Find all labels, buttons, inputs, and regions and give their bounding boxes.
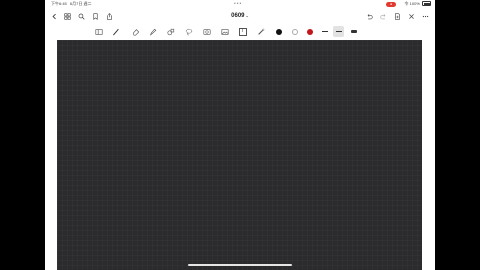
color-swatch-black xyxy=(275,28,282,35)
more-icon[interactable] xyxy=(420,10,430,22)
stroke-thin[interactable] xyxy=(319,26,330,37)
bookmark-icon[interactable] xyxy=(90,10,100,22)
stroke-thin-line xyxy=(321,31,328,32)
chevron-down-icon: ⌄ xyxy=(245,13,249,18)
stroke-medium-line xyxy=(335,30,342,33)
image-icon[interactable] xyxy=(201,26,212,37)
color-swatch-white xyxy=(291,28,298,35)
app-window: 下午6:45 6月7日 週二 ••• ● 令 100% 0609⌄ T xyxy=(45,0,435,270)
status-bar: 下午6:45 6月7日 週二 ••• ● 令 100% xyxy=(45,0,435,8)
redo-icon[interactable] xyxy=(378,10,388,22)
close-icon[interactable] xyxy=(406,10,416,22)
document-title[interactable]: 0609⌄ xyxy=(217,11,263,21)
reader-icon[interactable] xyxy=(93,26,104,37)
home-indicator[interactable] xyxy=(188,264,292,266)
pen-icon[interactable] xyxy=(110,26,121,37)
eraser-icon[interactable] xyxy=(130,26,141,37)
text-icon[interactable]: T xyxy=(237,26,248,37)
search-icon[interactable] xyxy=(76,10,86,22)
color-red[interactable] xyxy=(304,26,315,37)
document-title-text: 0609 xyxy=(231,13,245,19)
color-swatch-red xyxy=(306,28,313,35)
back-icon[interactable] xyxy=(49,10,59,22)
color-black[interactable] xyxy=(273,26,284,37)
battery-percent: 100% xyxy=(409,1,420,6)
navigation-bar: 0609⌄ xyxy=(45,8,435,25)
battery-icon xyxy=(422,1,431,7)
add-page-icon[interactable] xyxy=(392,10,402,22)
share-icon[interactable] xyxy=(104,10,114,22)
stroke-thick[interactable] xyxy=(348,26,359,37)
grid-icon[interactable] xyxy=(62,10,72,22)
status-date: 6月7日 週二 xyxy=(69,1,92,6)
undo-icon[interactable] xyxy=(364,10,374,22)
lasso-icon[interactable] xyxy=(183,26,194,37)
screen-record-indicator: ● xyxy=(386,1,396,7)
drawing-toolbar: T xyxy=(45,25,435,38)
note-canvas[interactable] xyxy=(57,40,422,270)
text-tool-label: T xyxy=(238,27,247,36)
wifi-icon: 令 xyxy=(404,1,409,6)
color-white[interactable] xyxy=(289,26,300,37)
laser-pointer-icon[interactable] xyxy=(255,26,266,37)
stroke-thick-line xyxy=(350,30,357,33)
highlighter-icon[interactable] xyxy=(147,26,158,37)
stroke-medium[interactable] xyxy=(333,26,344,37)
shapes-icon[interactable] xyxy=(165,26,176,37)
camera-icon[interactable] xyxy=(219,26,230,37)
multitasking-dots[interactable]: ••• xyxy=(234,0,242,8)
status-time: 下午6:45 xyxy=(51,1,67,6)
